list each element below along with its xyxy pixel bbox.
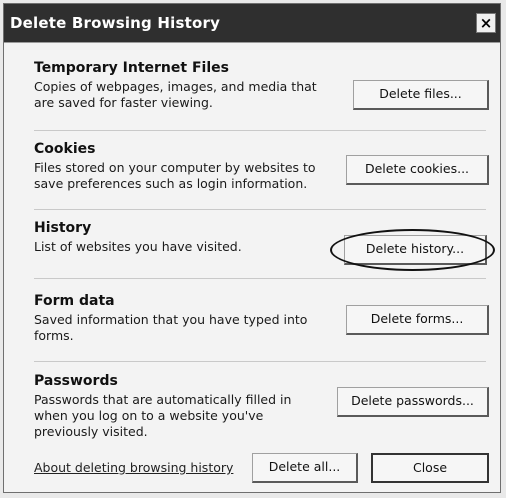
delete-history-button[interactable]: Delete history... <box>344 235 487 265</box>
window-title: Delete Browsing History <box>10 14 221 32</box>
dialog-content: Temporary Internet Files Copies of webpa… <box>4 42 500 492</box>
delete-all-button[interactable]: Delete all... <box>252 453 358 483</box>
section-description: List of websites you have visited. <box>34 239 242 254</box>
section-heading: History <box>34 220 92 236</box>
section-description: Saved information that you have typed in… <box>34 312 308 343</box>
delete-cookies-button[interactable]: Delete cookies... <box>346 155 489 185</box>
title-bar: Delete Browsing History × <box>4 4 500 42</box>
about-deleting-browsing-history-link[interactable]: About deleting browsing history <box>34 460 233 475</box>
section-divider <box>34 209 486 210</box>
delete-passwords-button[interactable]: Delete passwords... <box>337 387 489 417</box>
section-divider <box>34 130 486 131</box>
delete-forms-button[interactable]: Delete forms... <box>346 305 489 335</box>
delete-browsing-history-dialog: Delete Browsing History × Temporary Inte… <box>3 3 501 493</box>
close-button[interactable]: Close <box>371 453 489 483</box>
delete-files-button[interactable]: Delete files... <box>353 80 489 110</box>
section-divider <box>34 278 486 279</box>
close-icon[interactable]: × <box>476 13 496 33</box>
section-description: Copies of webpages, images, and media th… <box>34 79 317 110</box>
section-divider <box>34 361 486 362</box>
section-heading: Temporary Internet Files <box>34 60 229 76</box>
section-description: Passwords that are automatically filled … <box>34 392 292 439</box>
section-description: Files stored on your computer by website… <box>34 160 316 191</box>
